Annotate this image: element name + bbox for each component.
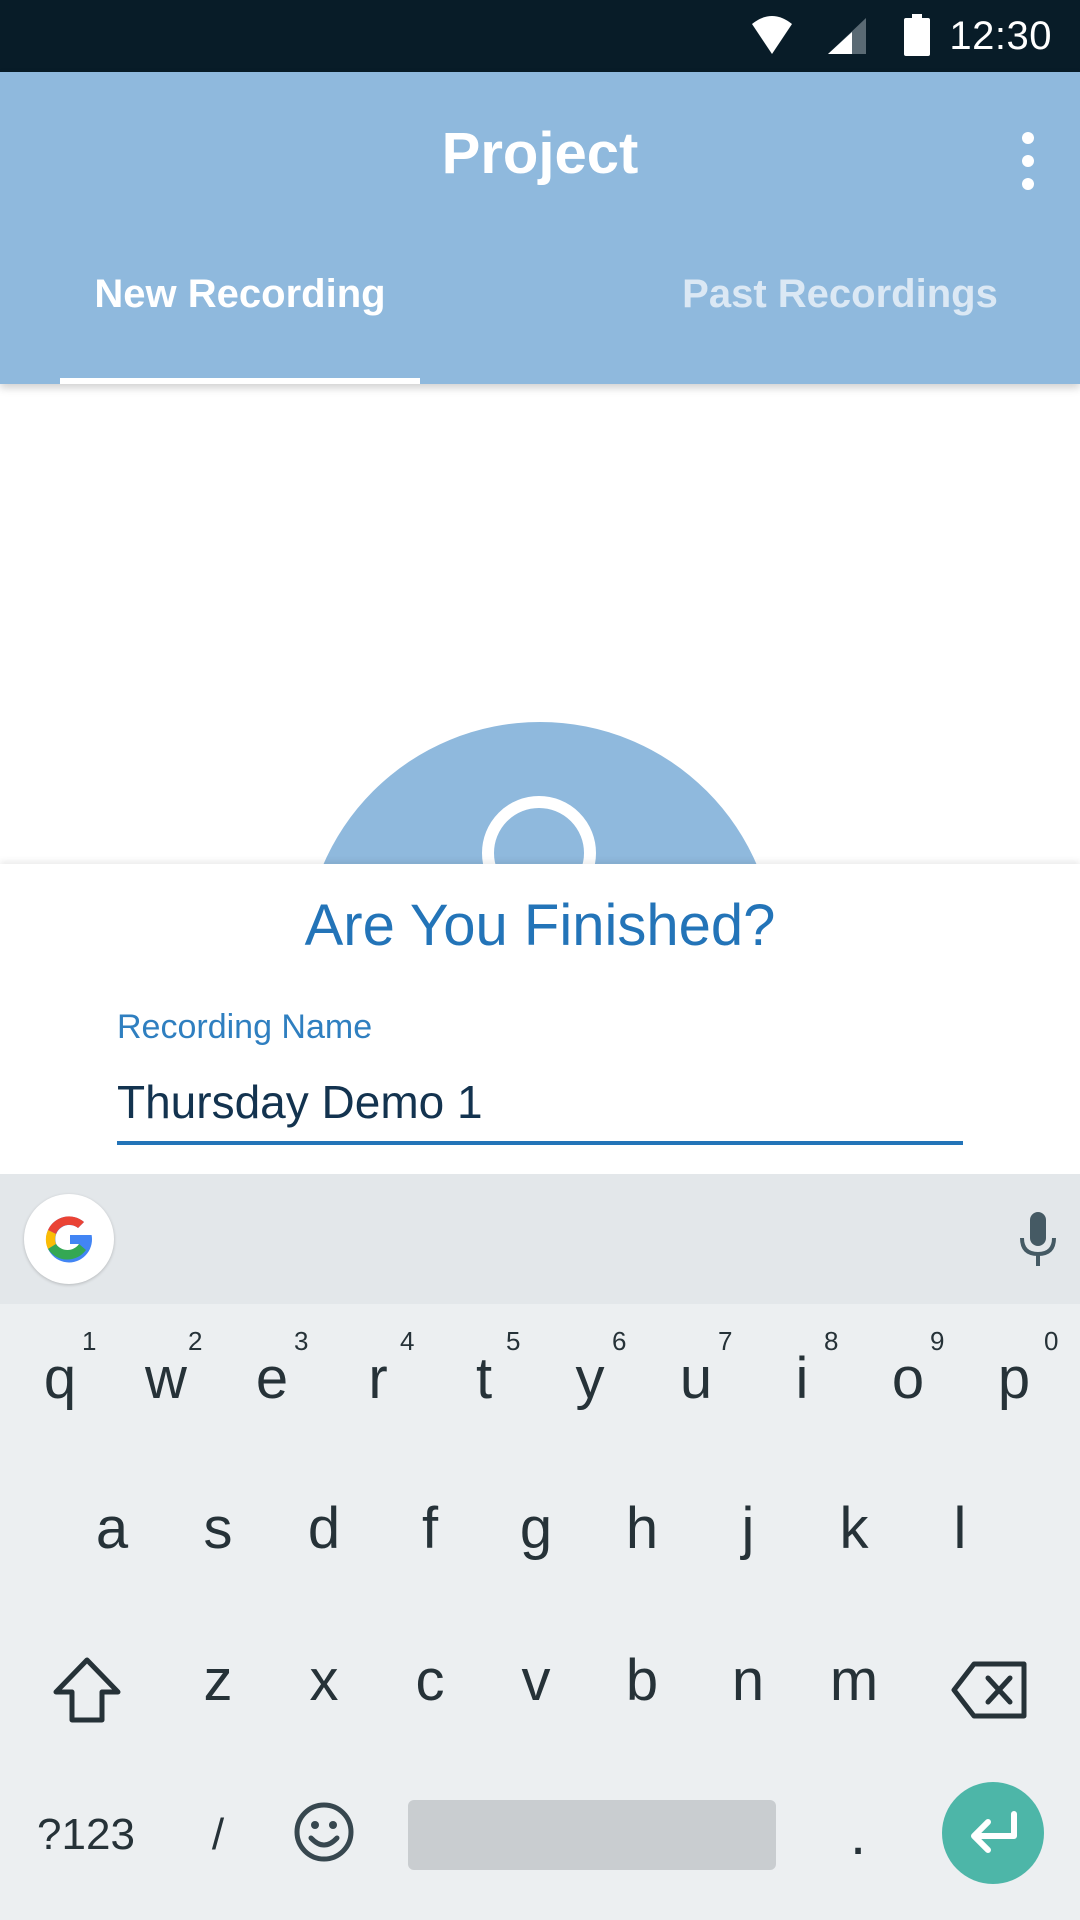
key-v[interactable]: v	[486, 1646, 586, 1716]
backspace-icon[interactable]	[950, 1658, 1030, 1722]
cell-signal-icon	[828, 18, 866, 54]
key-d[interactable]: d	[274, 1494, 374, 1564]
key-a[interactable]: a	[62, 1494, 162, 1564]
key-hint: 3	[294, 1326, 309, 1356]
field-underline	[117, 1141, 963, 1145]
app-bar: Project New Recording Past Recordings	[0, 72, 1080, 384]
recording-name-input[interactable]	[117, 1072, 963, 1132]
key-hint: 6	[612, 1326, 627, 1356]
key-n[interactable]: n	[698, 1646, 798, 1716]
key-x[interactable]: x	[274, 1646, 374, 1716]
tab-past-recordings[interactable]: Past Recordings	[660, 272, 1020, 317]
symbols-key[interactable]: ?123	[36, 1800, 136, 1870]
period-key[interactable]: .	[808, 1800, 908, 1870]
key-hint: 1	[82, 1326, 97, 1356]
key-c[interactable]: c	[380, 1646, 480, 1716]
key-hint: 8	[824, 1326, 839, 1356]
tab-indicator	[60, 378, 420, 384]
key-hint: 4	[400, 1326, 415, 1356]
wifi-icon	[752, 16, 792, 54]
recording-name-label: Recording Name	[117, 1008, 373, 1046]
battery-icon	[904, 14, 930, 56]
tab-new-recording[interactable]: New Recording	[60, 272, 420, 317]
status-bar: 12:30	[0, 0, 1080, 72]
key-z[interactable]: z	[168, 1646, 268, 1716]
key-k[interactable]: k	[804, 1494, 904, 1564]
mic-icon[interactable]	[1016, 1212, 1060, 1268]
key-f[interactable]: f	[380, 1494, 480, 1564]
key-hint: 9	[930, 1326, 945, 1356]
enter-key[interactable]	[942, 1782, 1044, 1884]
enter-icon	[971, 1811, 1017, 1853]
overflow-menu-icon[interactable]	[1006, 128, 1050, 194]
key-j[interactable]: j	[698, 1494, 798, 1564]
key-hint: 7	[718, 1326, 733, 1356]
space-bar[interactable]	[408, 1800, 776, 1870]
shift-icon[interactable]	[50, 1654, 124, 1728]
suggestion-strip	[0, 1174, 1080, 1304]
key-b[interactable]: b	[592, 1646, 692, 1716]
page-title: Project	[441, 121, 639, 186]
key-hint: 0	[1044, 1326, 1059, 1356]
emoji-icon[interactable]	[292, 1800, 356, 1864]
key-hint: 5	[506, 1326, 521, 1356]
key-h[interactable]: h	[592, 1494, 692, 1564]
key-s[interactable]: s	[168, 1494, 268, 1564]
finish-dialog: Are You Finished? Recording Name	[0, 864, 1080, 1174]
key-hint: 2	[188, 1326, 203, 1356]
google-icon[interactable]	[24, 1194, 114, 1284]
key-l[interactable]: l	[910, 1494, 1010, 1564]
slash-key[interactable]: /	[168, 1800, 268, 1870]
dialog-title: Are You Finished?	[304, 893, 776, 958]
keyboard: q w e r t y u i o p 1 2 3 4 5 6 7 8 9 0 …	[0, 1174, 1080, 1920]
status-time: 12:30	[949, 14, 1052, 58]
key-m[interactable]: m	[804, 1646, 904, 1716]
key-g[interactable]: g	[486, 1494, 586, 1564]
